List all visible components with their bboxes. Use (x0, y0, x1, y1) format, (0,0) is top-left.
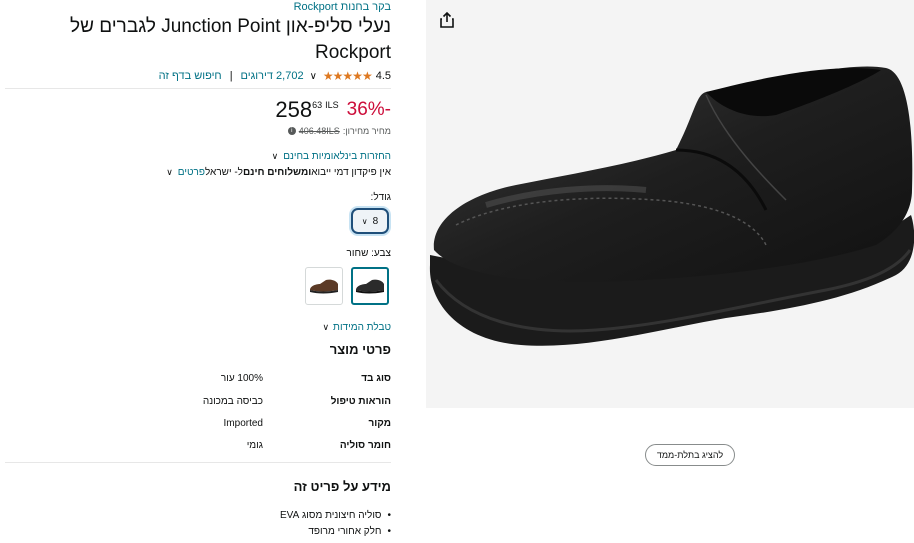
color-value: שחור (346, 248, 369, 259)
chevron-down-icon[interactable]: ∨ (166, 167, 173, 178)
product-title: נעלי סליפ-און Junction Point לגברים של R… (70, 16, 391, 63)
price-whole: 258 (275, 97, 313, 122)
spec-key: סוג בד (361, 373, 391, 384)
size-chart-link[interactable]: טבלת המידות ∨ (322, 322, 391, 333)
ratings-count-link[interactable]: 2,702 דירוגים (241, 70, 304, 82)
loafer-shoe-image (429, 66, 914, 346)
color-label-text: צבע: (371, 248, 391, 259)
spec-value: גומי (246, 440, 263, 451)
spec-value: 100% עור (220, 373, 263, 384)
store-link[interactable]: בקר בחנות Rockport (294, 1, 391, 13)
shipping-bold: ומשלוחים חינם (242, 167, 312, 178)
price-fraction: 63 (312, 100, 323, 110)
shipping-prefix: אין פיקדון דמי ייבוא (311, 167, 391, 178)
chevron-down-icon: ∨ (361, 216, 368, 226)
black-shoe-thumbnail (356, 279, 384, 294)
list-price-label: מחיר מחירון: (342, 126, 391, 136)
size-value: 8 (372, 215, 379, 227)
shipping-details-link[interactable]: פרטים (178, 167, 205, 178)
returns-label[interactable]: החזרות בינלאומיות בחינם (283, 151, 391, 162)
spec-value: Imported (223, 418, 263, 429)
list-price: מחיר מחירון: 406.48ILS i (287, 126, 391, 136)
size-label: גודל: (370, 192, 391, 203)
price-currency: ILS (325, 100, 339, 110)
spec-key: חומר סוליה (339, 440, 391, 451)
chevron-down-icon[interactable]: ∨ (272, 151, 279, 162)
color-label: צבע: שחור (347, 248, 391, 259)
swatch-brown[interactable] (305, 267, 343, 305)
discount-badge: -36% (346, 99, 391, 120)
price-row: -36% ILS 63 258 (275, 95, 391, 123)
shipping-info: אין פיקדון דמי ייבוא ומשלוחים חינם ל- יש… (166, 167, 391, 178)
divider (5, 88, 391, 89)
product-image[interactable] (426, 0, 914, 408)
spec-key: הוראות טיפול (330, 396, 391, 407)
search-page-link[interactable]: חיפוש בדף זה (159, 70, 222, 82)
brown-shoe-thumbnail (310, 279, 338, 294)
about-bullet: סוליה חיצונית מסוג EVA (280, 510, 391, 521)
returns-link[interactable]: החזרות בינלאומיות בחינם ∨ (272, 151, 391, 162)
separator: | (229, 70, 233, 82)
chevron-down-icon[interactable]: ∨ (322, 322, 329, 333)
spec-key: מקור (368, 418, 391, 429)
size-chart-label[interactable]: טבלת המידות (333, 322, 391, 333)
details-heading: פרטי מוצר (329, 342, 391, 357)
share-icon[interactable] (438, 11, 456, 29)
divider (5, 462, 391, 463)
chevron-down-icon[interactable]: ∨ (310, 71, 317, 82)
list-price-value: 406.48ILS (298, 126, 340, 136)
swatch-black[interactable] (351, 267, 389, 305)
size-dropdown[interactable]: 8 ∨ (351, 208, 389, 234)
shipping-suffix: ל- ישראל (204, 167, 243, 178)
info-icon[interactable]: i (287, 127, 296, 135)
star-rating-icon[interactable]: ★★★★★ (323, 69, 373, 83)
about-heading: מידע על פריט זה (293, 479, 391, 494)
spec-value: כביסה במכונה (202, 396, 263, 407)
rating-row: 4.5 ★★★★★ ∨ 2,702 דירוגים | חיפוש בדף זה (159, 68, 391, 84)
view-3d-button[interactable]: להציג בתלת-ממד (645, 444, 735, 466)
about-bullet: חלק אחורי מרופד (308, 526, 391, 537)
rating-value: 4.5 (375, 70, 391, 82)
